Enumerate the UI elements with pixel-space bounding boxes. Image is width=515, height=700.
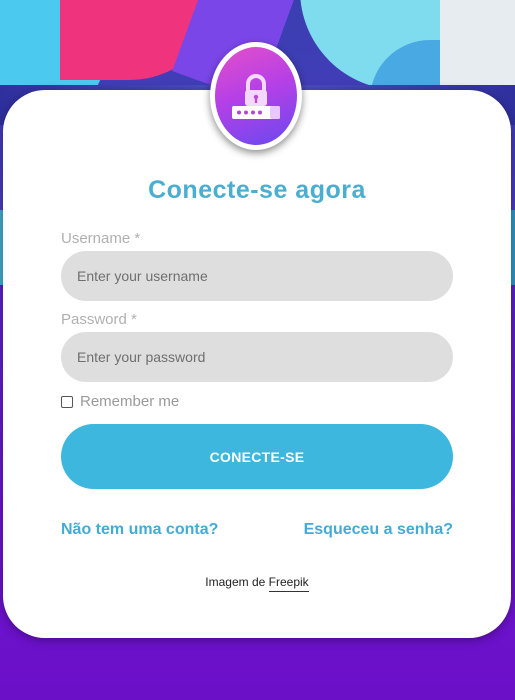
- signup-link[interactable]: Não tem uma conta?: [61, 521, 218, 539]
- credit-prefix: Imagem de: [205, 575, 266, 589]
- bg-shape: [440, 0, 515, 90]
- forgot-password-link[interactable]: Esqueceu a senha?: [304, 521, 453, 539]
- username-label: Username *: [61, 230, 141, 247]
- avatar: [210, 42, 302, 150]
- lock-password-icon: [215, 47, 297, 145]
- remember-checkbox[interactable]: [61, 395, 73, 408]
- page-title: Conecte-se agora: [148, 176, 366, 204]
- username-input[interactable]: [61, 251, 453, 301]
- login-button[interactable]: CONECTE-SE: [61, 424, 453, 489]
- login-card: Conecte-se agora Username * Password * R…: [3, 42, 511, 638]
- password-input[interactable]: [61, 332, 453, 382]
- image-credit: Imagem de Freepik: [3, 575, 511, 592]
- remember-me[interactable]: Remember me: [61, 393, 179, 410]
- password-label: Password *: [61, 311, 137, 328]
- freepik-link[interactable]: Freepik: [268, 575, 309, 592]
- remember-label: Remember me: [80, 393, 180, 410]
